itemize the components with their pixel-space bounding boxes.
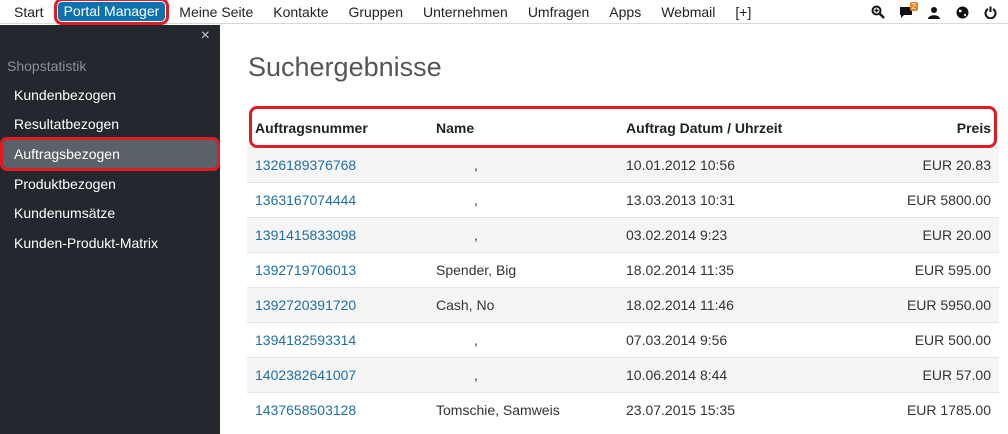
table-row: 1326189376768, 10.01.2012 10:56 EUR 20.83 bbox=[247, 146, 999, 182]
customer-name-cell: Tomschie, Samweis bbox=[428, 391, 618, 427]
customer-name-cell: , bbox=[428, 181, 618, 217]
nav-apps[interactable]: Apps bbox=[599, 0, 651, 24]
column-header-name[interactable]: Name bbox=[428, 109, 618, 147]
order-date-cell: 18.02.2014 11:46 bbox=[618, 286, 848, 322]
globe-icon[interactable] bbox=[948, 0, 976, 24]
order-number-cell: 1363167074444 bbox=[247, 181, 428, 217]
order-date-cell: 23.07.2015 15:35 bbox=[618, 391, 848, 427]
order-number-link[interactable]: 1437658503128 bbox=[255, 402, 356, 418]
power-icon[interactable] bbox=[976, 0, 1004, 24]
sidebar-item-resultatbezogen[interactable]: Resultatbezogen bbox=[0, 110, 220, 138]
nav-portal-manager[interactable]: Portal Manager bbox=[53, 0, 170, 25]
nav-gruppen[interactable]: Gruppen bbox=[339, 0, 413, 24]
user-icon[interactable] bbox=[920, 0, 948, 24]
customer-name-cell: , bbox=[428, 321, 618, 357]
order-number-cell: 1391415833098 bbox=[247, 216, 428, 252]
sidebar: × Shopstatistik Kundenbezogen Resultatbe… bbox=[0, 25, 220, 434]
table-row: 1392719706013 Spender, Big 18.02.2014 11:3… bbox=[247, 251, 999, 287]
main-nav: Start Portal Manager Meine Seite Kontakt… bbox=[0, 0, 761, 25]
order-date-cell: 13.03.2013 10:31 bbox=[618, 181, 848, 217]
customer-name-cell: , bbox=[428, 216, 618, 252]
search-zoom-icon[interactable] bbox=[864, 0, 892, 24]
close-icon[interactable]: × bbox=[201, 28, 210, 44]
topbar-icons: 2 bbox=[864, 0, 1004, 24]
order-number-link[interactable]: 1363167074444 bbox=[255, 192, 356, 208]
order-date-cell: 10.01.2012 10:56 bbox=[618, 146, 848, 182]
column-header-datum[interactable]: Auftrag Datum / Uhrzeit bbox=[618, 109, 848, 147]
order-number-cell: 1392720391720 bbox=[247, 286, 428, 322]
sidebar-item-kundenbezogen[interactable]: Kundenbezogen bbox=[0, 81, 220, 109]
order-number-link[interactable]: 1392719706013 bbox=[255, 262, 356, 278]
order-number-cell: 1402382641007 bbox=[247, 356, 428, 392]
price-cell: EUR 20.00 bbox=[848, 216, 999, 252]
sidebar-item-kunden-produkt-matrix[interactable]: Kunden-Produkt-Matrix bbox=[0, 229, 220, 257]
order-number-link[interactable]: 1402382641007 bbox=[255, 367, 356, 383]
sidebar-item-auftragsbezogen[interactable]: Auftragsbezogen bbox=[0, 137, 220, 171]
top-navigation-bar: Start Portal Manager Meine Seite Kontakt… bbox=[0, 0, 1008, 25]
table-row: 1394182593314, 07.03.2014 9:56 EUR 500.00 bbox=[247, 321, 999, 357]
order-number-cell: 1326189376768 bbox=[247, 146, 428, 182]
price-cell: EUR 500.00 bbox=[848, 321, 999, 357]
nav-start[interactable]: Start bbox=[4, 0, 54, 24]
page-title: Suchergebnisse bbox=[248, 52, 442, 82]
nav-kontakte[interactable]: Kontakte bbox=[263, 0, 338, 24]
order-date-cell: 07.03.2014 9:56 bbox=[618, 321, 848, 357]
price-cell: EUR 20.83 bbox=[848, 146, 999, 182]
table-row: 1402382641007, 10.06.2014 8:44 EUR 57.00 bbox=[247, 356, 999, 392]
chat-icon[interactable]: 2 bbox=[892, 0, 920, 24]
customer-name-cell: Cash, No bbox=[428, 286, 618, 322]
results-table-container: Auftragsnummer Name Auftrag Datum / Uhrz… bbox=[247, 109, 999, 427]
customer-name-cell: , bbox=[428, 146, 618, 182]
nav-webmail[interactable]: Webmail bbox=[651, 0, 725, 24]
order-number-cell: 1392719706013 bbox=[247, 251, 428, 287]
customer-name-cell: Spender, Big bbox=[428, 251, 618, 287]
nav-meine-seite[interactable]: Meine Seite bbox=[169, 0, 263, 24]
price-cell: EUR 595.00 bbox=[848, 251, 999, 287]
table-row: 1437658503128 Tomschie, Samweis 23.07.2015… bbox=[247, 391, 999, 427]
order-number-link[interactable]: 1391415833098 bbox=[255, 227, 356, 243]
nav-unternehmen[interactable]: Unternehmen bbox=[413, 0, 518, 24]
price-cell: EUR 5950.00 bbox=[848, 286, 999, 322]
table-row: 1363167074444, 13.03.2013 10:31 EUR 5800.0… bbox=[247, 181, 999, 217]
order-number-link[interactable]: 1392720391720 bbox=[255, 297, 356, 313]
order-date-cell: 03.02.2014 9:23 bbox=[618, 216, 848, 252]
price-cell: EUR 57.00 bbox=[848, 356, 999, 392]
results-table: Auftragsnummer Name Auftrag Datum / Uhrz… bbox=[247, 109, 999, 427]
table-row: 1392720391720 Cash, No 18.02.2014 11:46 EUR… bbox=[247, 286, 999, 322]
price-cell: EUR 1785.00 bbox=[848, 391, 999, 427]
nav-umfragen[interactable]: Umfragen bbox=[518, 0, 599, 24]
table-header-row: Auftragsnummer Name Auftrag Datum / Uhrz… bbox=[247, 109, 999, 147]
order-number-link[interactable]: 1326189376768 bbox=[255, 157, 356, 173]
nav-more[interactable]: [+] bbox=[725, 0, 761, 24]
chat-badge: 2 bbox=[909, 2, 918, 11]
column-header-preis[interactable]: Preis bbox=[848, 109, 999, 147]
order-number-cell: 1394182593314 bbox=[247, 321, 428, 357]
sidebar-item-kundenumsaetze[interactable]: Kundenumsätze bbox=[0, 199, 220, 227]
order-date-cell: 18.02.2014 11:35 bbox=[618, 251, 848, 287]
sidebar-item-produktbezogen[interactable]: Produktbezogen bbox=[0, 170, 220, 198]
order-date-cell: 10.06.2014 8:44 bbox=[618, 356, 848, 392]
order-number-cell: 1437658503128 bbox=[247, 391, 428, 427]
sidebar-heading: Shopstatistik bbox=[7, 58, 87, 74]
price-cell: EUR 5800.00 bbox=[848, 181, 999, 217]
table-body: 1326189376768, 10.01.2012 10:56 EUR 20.83 1… bbox=[247, 146, 999, 427]
order-number-link[interactable]: 1394182593314 bbox=[255, 332, 356, 348]
column-header-auftragsnummer[interactable]: Auftragsnummer bbox=[247, 109, 428, 147]
table-row: 1391415833098, 03.02.2014 9:23 EUR 20.00 bbox=[247, 216, 999, 252]
customer-name-cell: , bbox=[428, 356, 618, 392]
